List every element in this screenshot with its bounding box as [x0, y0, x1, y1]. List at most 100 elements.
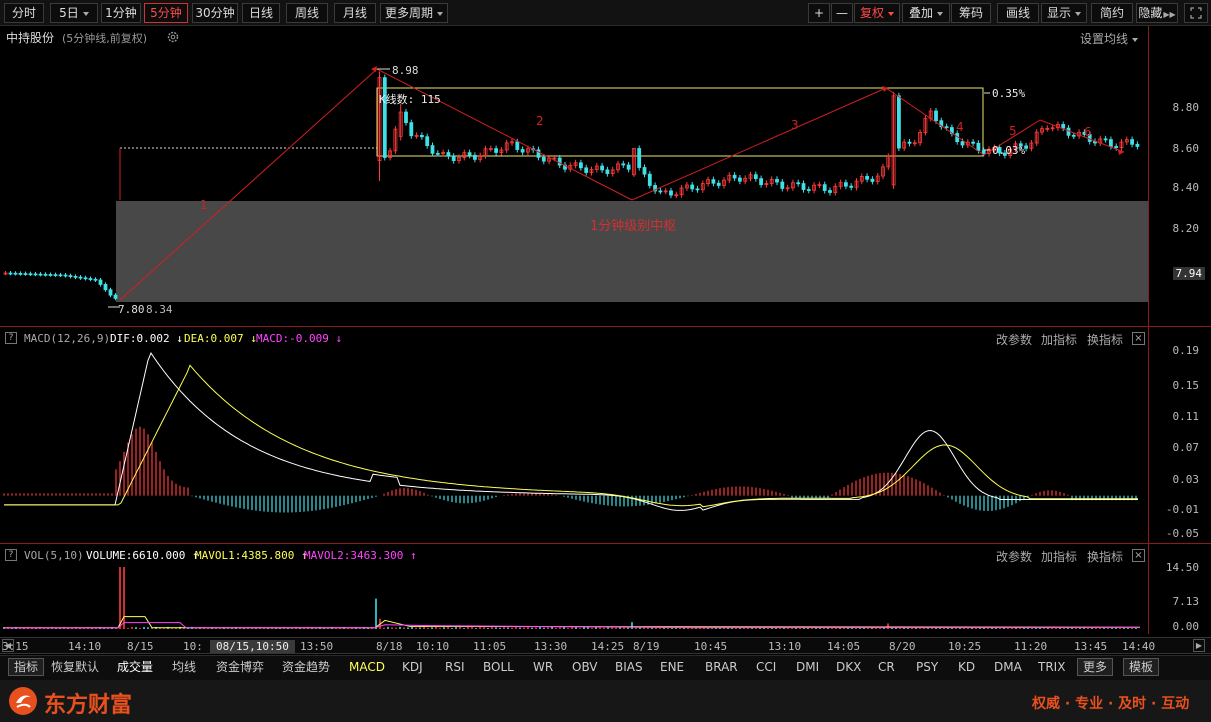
- display-button[interactable]: 显示: [1041, 3, 1087, 23]
- brand-slogan: 权威 · 专业 · 及时 · 互动: [1032, 696, 1190, 712]
- candle-body: [425, 136, 430, 146]
- indicator-tab[interactable]: 均线: [172, 657, 196, 677]
- tab-day[interactable]: 日线: [242, 3, 280, 23]
- time-tick: 14:25: [591, 640, 625, 653]
- candle-body: [822, 184, 827, 191]
- indicator-tab[interactable]: WR: [533, 657, 553, 677]
- simple-label: 简约: [1099, 6, 1124, 20]
- time-tick: 8/15: [127, 640, 154, 653]
- indicator-tab[interactable]: 成交量: [117, 657, 153, 677]
- candle-body: [446, 152, 451, 157]
- indicator-tab[interactable]: RSI: [445, 657, 465, 677]
- candle-body: [981, 150, 986, 154]
- scroll-right-arrow-icon[interactable]: ▶: [1193, 639, 1205, 652]
- tab-day-label: 日线: [248, 6, 273, 20]
- minus-icon: —: [836, 6, 848, 20]
- indicator-tab[interactable]: 模板: [1123, 658, 1160, 676]
- chevron-down-icon: [937, 11, 943, 16]
- indicator-tab[interactable]: 恢复默认: [51, 657, 99, 677]
- indicator-tab[interactable]: KD: [958, 657, 975, 677]
- indicator-tab[interactable]: 资金趋势: [282, 657, 330, 677]
- candle-body: [806, 189, 811, 191]
- tab-5min-label: 5分钟: [150, 6, 182, 20]
- time-tick: 14:40: [1122, 640, 1156, 653]
- indicator-tab[interactable]: 资金博弈: [216, 657, 264, 677]
- macd-close-icon[interactable]: ×: [1132, 332, 1145, 345]
- indicator-tab[interactable]: DMI: [796, 657, 819, 677]
- candle-body: [43, 273, 48, 276]
- indicator-tab[interactable]: DMA: [994, 657, 1022, 677]
- tab-fenshi[interactable]: 分时: [4, 3, 44, 23]
- vol-help-icon[interactable]: ?: [5, 549, 17, 561]
- indicator-tab[interactable]: OBV: [572, 657, 598, 677]
- chevron-down-icon: [82, 11, 89, 16]
- indicator-tab[interactable]: 更多: [1077, 658, 1114, 676]
- time-tick: 11:05: [473, 640, 507, 653]
- vol-tick-0: 14.50: [1165, 561, 1199, 574]
- indicator-tab[interactable]: DKX: [836, 657, 861, 677]
- candle-body: [13, 272, 18, 275]
- tab-month[interactable]: 月线: [334, 3, 376, 23]
- tab-5day[interactable]: 5日: [50, 3, 98, 23]
- macd-help-icon[interactable]: ?: [5, 332, 17, 344]
- indicator-tab[interactable]: BOLL: [483, 657, 514, 677]
- indicator-tab[interactable]: TRIX: [1038, 657, 1065, 677]
- chips-button[interactable]: 筹码: [951, 3, 991, 23]
- indicator-tab[interactable]: CCI: [756, 657, 776, 677]
- chips-label: 筹码: [958, 6, 983, 20]
- indicator-tab[interactable]: KDJ: [402, 657, 423, 677]
- candle-body: [1114, 146, 1119, 149]
- time-tick: 8/19: [633, 640, 660, 653]
- candle-body: [28, 273, 33, 276]
- candle-body: [849, 185, 854, 188]
- double-arrow-icon: ▶▶: [1163, 10, 1176, 19]
- fuquan-button[interactable]: 复权: [854, 3, 900, 23]
- time-tick: 3:15: [2, 640, 29, 653]
- indicator-tab[interactable]: PSY: [916, 657, 938, 677]
- candle-body: [976, 142, 981, 151]
- candlestick-chart[interactable]: [0, 45, 1148, 325]
- wave-label-2: 2: [536, 114, 544, 128]
- tab-1min-label: 1分钟: [105, 6, 137, 20]
- candle-body: [690, 184, 695, 190]
- overlay-button[interactable]: 叠加: [902, 3, 950, 23]
- draw-line-button[interactable]: 画线: [997, 3, 1039, 23]
- candle-body: [108, 289, 113, 296]
- indicator-tab[interactable]: CR: [878, 657, 895, 677]
- tab-month-label: 月线: [342, 6, 367, 20]
- simple-button[interactable]: 简约: [1091, 3, 1133, 23]
- vol-name: VOL(5,10): [24, 549, 84, 562]
- candle-body: [934, 110, 938, 122]
- tab-5min[interactable]: 5分钟: [144, 3, 188, 23]
- indicator-tab[interactable]: ENE: [660, 657, 684, 677]
- candle-body: [435, 152, 440, 155]
- tab-1min[interactable]: 1分钟: [101, 3, 141, 23]
- candle-body: [494, 148, 499, 153]
- tab-more-periods[interactable]: 更多周期: [380, 3, 448, 23]
- volume-chart[interactable]: [0, 562, 1148, 636]
- vol-mavol2: MAVOL2:3463.300 ↑: [304, 549, 417, 562]
- wave-label-6: 6: [1084, 125, 1092, 139]
- macd-tick-3: 0.07: [1172, 441, 1200, 454]
- macd-chart[interactable]: [0, 345, 1148, 543]
- hide-button[interactable]: 隐藏▶▶: [1136, 3, 1178, 23]
- expand-button[interactable]: [1184, 3, 1208, 23]
- vol-tick-1: 7.13: [1172, 595, 1200, 608]
- tab-30min[interactable]: 30分钟: [192, 3, 238, 23]
- time-tick: 13:10: [768, 640, 802, 653]
- candle-body: [828, 190, 832, 193]
- time-tick: 13:45: [1074, 640, 1108, 653]
- indicator-tab[interactable]: BIAS: [615, 657, 643, 677]
- price-tick-820: 8.20: [1172, 222, 1200, 235]
- indicator-tab[interactable]: BRAR: [705, 657, 738, 677]
- tab-week[interactable]: 周线: [286, 3, 328, 23]
- brand-name: 东方财富: [44, 692, 133, 718]
- indicator-tab[interactable]: 指标: [8, 658, 45, 676]
- vol-close-icon[interactable]: ×: [1132, 549, 1145, 562]
- draw-line-label: 画线: [1005, 6, 1030, 20]
- zoom-out-button[interactable]: —: [831, 3, 853, 23]
- time-tick: 8/18: [376, 640, 403, 653]
- indicator-tab[interactable]: MACD: [349, 657, 385, 677]
- zoom-in-button[interactable]: +: [808, 3, 830, 23]
- time-tick: 10:45: [694, 640, 728, 653]
